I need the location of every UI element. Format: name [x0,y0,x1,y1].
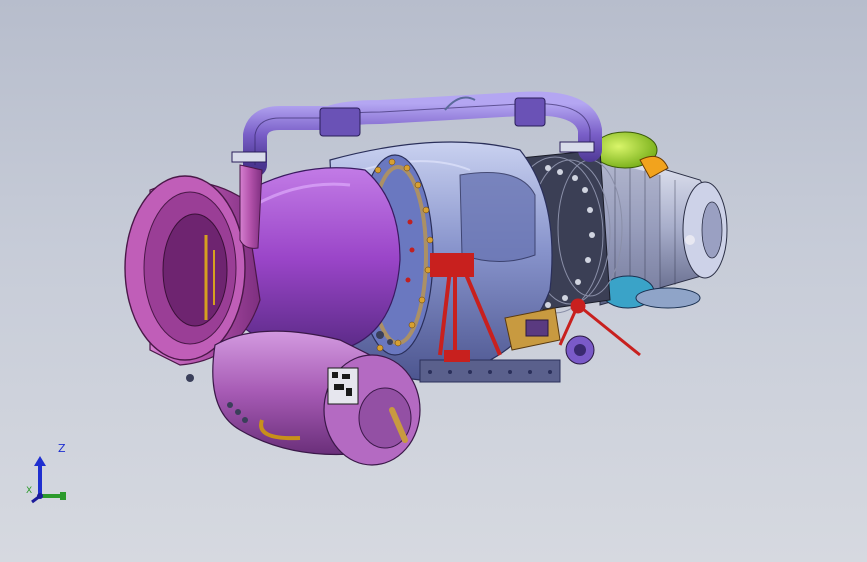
accessory-gearbox [504,307,595,365]
cad-viewport[interactable]: Z X [0,0,867,562]
z-arrow-icon [34,456,46,466]
turboshaft-engine-model[interactable] [0,0,867,562]
x-axis-label: X [26,486,33,496]
triad-origin-icon [37,493,43,499]
orientation-triad[interactable]: Z X [22,438,82,508]
y-axis-tip-icon [60,492,66,500]
triad-axes [31,456,66,504]
z-axis-label: Z [58,442,66,455]
